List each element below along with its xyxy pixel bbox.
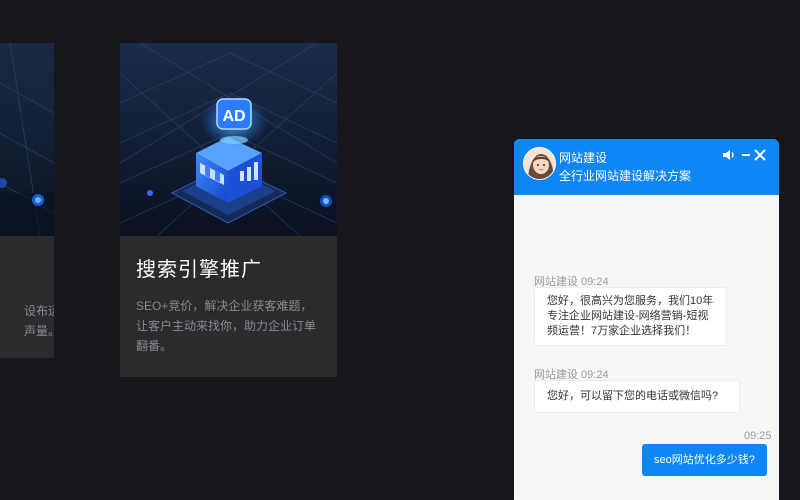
message-bubble-agent: 您好，可以留下您的电话或微信吗? bbox=[534, 380, 740, 413]
page: 设布运 声量。 bbox=[0, 0, 800, 500]
card-image: AD bbox=[120, 43, 337, 236]
minimize-icon[interactable] bbox=[740, 148, 754, 162]
chat-agent-name: 网站建设 bbox=[559, 151, 608, 165]
card-title: 搜索引擎推广 bbox=[136, 259, 262, 281]
card-description: 设布运 声量。 bbox=[23, 304, 54, 338]
chat-header[interactable]: 网站建设 全行业网站建设解决方案 bbox=[514, 139, 779, 195]
chat-messages[interactable]: 网站建设 09:24 您好，很高兴为您服务，我们10年专注企业网站建设-网络营销… bbox=[514, 195, 779, 500]
avatar bbox=[523, 147, 556, 180]
card-description: SEO+竞价，解决企业获客难题，让客户主动来找你，助力企业订单翻番。 bbox=[136, 299, 317, 353]
card-body: 搜索引擎推广 SEO+竞价，解决企业获客难题，让客户主动来找你，助力企业订单翻番… bbox=[120, 236, 337, 356]
chat-widget: 网站建设 全行业网站建设解决方案 网站建设 09:24 您好，很高兴为您服务，我… bbox=[514, 139, 779, 500]
message-bubble-agent: 您好，很高兴为您服务，我们10年专注企业网站建设-网络营销-短视频运营！7万家企… bbox=[534, 287, 727, 346]
message-meta: 09:25 bbox=[744, 430, 772, 442]
sound-icon[interactable] bbox=[722, 148, 736, 162]
service-card-partial[interactable]: 设布运 声量。 bbox=[0, 43, 54, 358]
ad-icon-text: AD bbox=[222, 108, 245, 125]
service-card-seo[interactable]: AD 搜索引擎推广 SEO+竞价，解决企业获客难题，让客户主动来找你，助力企业订… bbox=[120, 43, 337, 377]
message-bubble-user: seo网站优化多少钱? bbox=[642, 444, 767, 476]
card-image bbox=[0, 43, 54, 236]
chat-subtitle: 全行业网站建设解决方案 bbox=[559, 169, 692, 183]
close-icon[interactable] bbox=[753, 148, 767, 162]
